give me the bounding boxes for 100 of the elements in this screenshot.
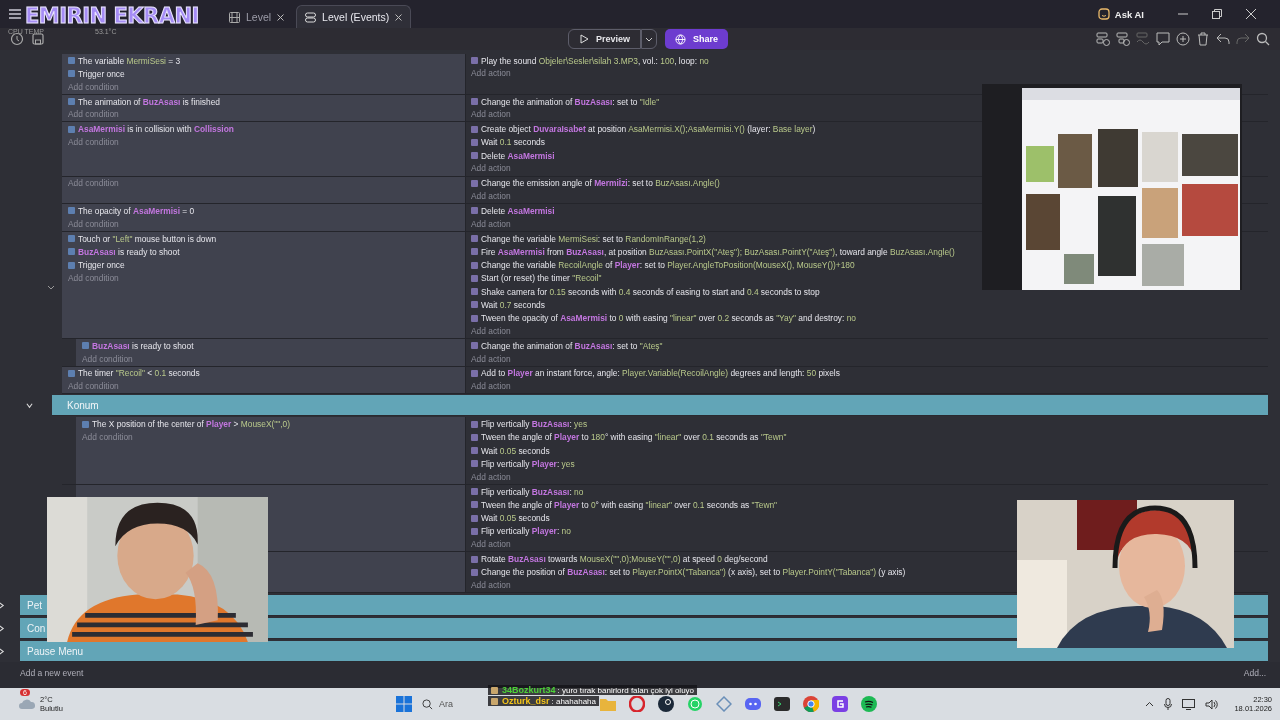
monitor-icon[interactable] [1182,698,1196,710]
action-text[interactable]: Change the animation of BuzAsası: set to "Ateş" [481,340,663,351]
preview-button[interactable]: Preview [568,29,642,49]
add-action-link[interactable]: Add action [471,470,1264,484]
add-action-link[interactable]: Add action [471,380,1264,394]
search-icon[interactable] [1256,32,1270,46]
save-icon[interactable] [32,33,44,45]
action-icon [471,98,478,106]
search-icon [422,698,433,710]
action-text[interactable]: Change the variable MermiSesi: set to RandomInRange(1,2) [481,233,706,244]
add-action-link[interactable]: Add action [471,324,1264,339]
menu-icon[interactable] [9,9,21,19]
condition-text[interactable]: BuzAsası is ready to shoot [92,340,194,351]
action-text[interactable]: Shake camera for 0.15 seconds with 0.4 seconds of easing to start and 0.4 seconds to stop [481,286,820,297]
add-action-link[interactable]: Add action [471,108,1264,122]
discord-icon[interactable] [745,697,761,711]
action-text[interactable]: Create object DuvaraIsabet at position AsaMermisi.X();AsaMermisi.Y() (layer: Base layer) [481,124,816,135]
collapse-icon[interactable] [47,285,55,291]
trash-icon[interactable] [1196,32,1210,46]
add-action-link[interactable]: Add action [471,162,1264,176]
condition-icon [68,369,75,377]
action-text[interactable]: Tween the angle of Player to 180° with easing "linear" over 0.1 seconds as "Tewn" [481,432,787,443]
terminal-icon[interactable] [774,696,790,712]
action-icon [471,369,478,377]
tab[interactable]: Level (Events) [296,5,412,28]
close-tab-icon[interactable] [395,13,403,21]
close-tab-icon[interactable] [277,13,285,21]
chevron-icon[interactable] [0,601,5,609]
condition-icon [82,420,89,428]
action-text[interactable]: Add to Player an instant force, angle: Player.Variable(RecoilAngle) degrees and length: 50 pixels [481,368,840,379]
condition-icon [68,207,75,215]
chevron-icon[interactable] [0,624,5,632]
action-text[interactable]: Tween the opacity of AsaMermisi to 0 with easing "linear" over 0.2 seconds as "Yay" and destroy: no [481,313,856,324]
action-text[interactable]: Flip vertically BuzAsası: yes [481,419,588,430]
condition-text[interactable]: Trigger once [78,68,125,79]
action-text[interactable]: Wait 0.05 seconds [481,513,550,524]
chevron-icon[interactable] [0,647,5,655]
condition-text[interactable]: The timer "Recoil" < 0.1 seconds [78,368,200,379]
action-text[interactable]: Rotate BuzAsası towards MouseX("",0);MouseY("",0) at speed 0 deg/second [481,554,768,565]
redo-icon[interactable] [1236,32,1250,46]
action-text[interactable]: Wait 0.7 seconds [481,300,545,310]
action-icon [471,179,478,187]
action-text[interactable]: Start (or reset) the timer "Recoil" [481,273,602,284]
condition-text[interactable]: Touch or "Left" mouse button is down [78,233,217,244]
group-title: Pause Menu [26,645,84,657]
action-text[interactable]: Delete AsaMermisi [481,205,555,216]
globe-icon [675,33,687,45]
chat-username: Ozturk_dsr [502,696,550,706]
taskbar-search[interactable]: Ara [422,698,462,710]
add-action-link[interactable]: Add action [471,217,1264,231]
action-text[interactable]: Change the position of BuzAsası: set to Player.PointX("Tabanca") (x axis), set to Player.PointY("Tabanca") (y axis) [481,567,906,578]
condition-text[interactable]: The variable MermiSesi = 3 [78,55,181,66]
action-text[interactable]: Change the animation of BuzAsası: set to "Idle" [481,96,660,107]
maximize-icon[interactable] [1212,9,1222,19]
share-button[interactable]: Share [665,29,729,49]
microphone-icon[interactable] [1164,698,1173,710]
add-event-icon[interactable] [1096,32,1110,46]
ask-ai-button[interactable]: Ask AI [1091,7,1150,21]
add-subevent-icon[interactable] [1116,32,1130,46]
action-icon [471,57,478,65]
action-text[interactable]: Delete AsaMermisi [481,150,555,161]
action-text[interactable]: Flip vertically Player: no [481,526,571,537]
group-title: Konum [66,399,99,411]
spotify-icon[interactable] [861,696,877,712]
action-text[interactable]: Fire AsaMermisi from BuzAsası, at position BuzAsası.PointX("Ateş"); BuzAsası.PointY("Ateş"), toward angle BuzAsası.Angle() [481,246,955,257]
chrome-icon[interactable] [803,696,819,712]
action-text[interactable]: Flip vertically BuzAsası: no [481,486,584,497]
tab[interactable]: Level [221,6,293,28]
action-icon [471,342,478,350]
condition-text[interactable]: The X position of the center of Player > MouseX("",0) [92,419,290,430]
condition-text[interactable]: The animation of BuzAsası is finished [78,96,220,107]
chevron-up-icon[interactable] [1145,701,1155,707]
add-action-link[interactable]: Add action [471,579,1264,593]
action-text[interactable]: Flip vertically Player: yes [481,458,575,469]
condition-icon [82,342,89,350]
chat-message: : yuro tırak banirlord falan çok iyi oluyo [557,685,695,695]
add-action-link[interactable]: Add action [471,67,1264,81]
chevron-icon[interactable] [26,401,33,409]
comment-icon[interactable] [1156,32,1170,46]
action-text[interactable]: Wait 0.05 seconds [481,445,550,456]
condition-text[interactable]: Trigger once [78,260,125,271]
action-text[interactable]: Play the sound Objeler\Sesler\silah 3.MP3, vol.: 100, loop: no [481,55,709,66]
add-event-link[interactable]: Add a new event [20,667,84,681]
action-text[interactable]: Change the variable RecoilAngle of Player: set to Player.AngleToPosition(MouseX(), MouseY())+180 [481,260,855,271]
add-menu-link[interactable]: Add... [1243,667,1266,681]
close-icon[interactable] [1246,9,1256,19]
action-text[interactable]: Change the emission angle of Mermiİzi: set to BuzAsası.Angle() [481,178,720,189]
add-action-link[interactable]: Add action [471,189,1264,204]
add-action-link[interactable]: Add action [471,352,1264,366]
condition-text[interactable]: AsaMermisi is in collision with Collission [78,124,234,135]
add-action-link[interactable]: Add action [471,538,1264,552]
chat-username: 34Bozkurt34 [502,685,556,695]
speaker-icon[interactable] [1205,698,1219,710]
action-text[interactable]: Tween the angle of Player to 0° with easing "linear" over 0.1 seconds as "Tewn" [481,499,778,510]
condition-text[interactable]: The opacity of AsaMermisi = 0 [78,205,195,216]
history-icon[interactable] [10,32,24,46]
condition-text[interactable]: BuzAsası is ready to shoot [78,246,180,257]
add-icon[interactable] [1176,32,1190,46]
undo-icon[interactable] [1216,32,1230,46]
action-text[interactable]: Wait 0.1 seconds [481,137,545,148]
